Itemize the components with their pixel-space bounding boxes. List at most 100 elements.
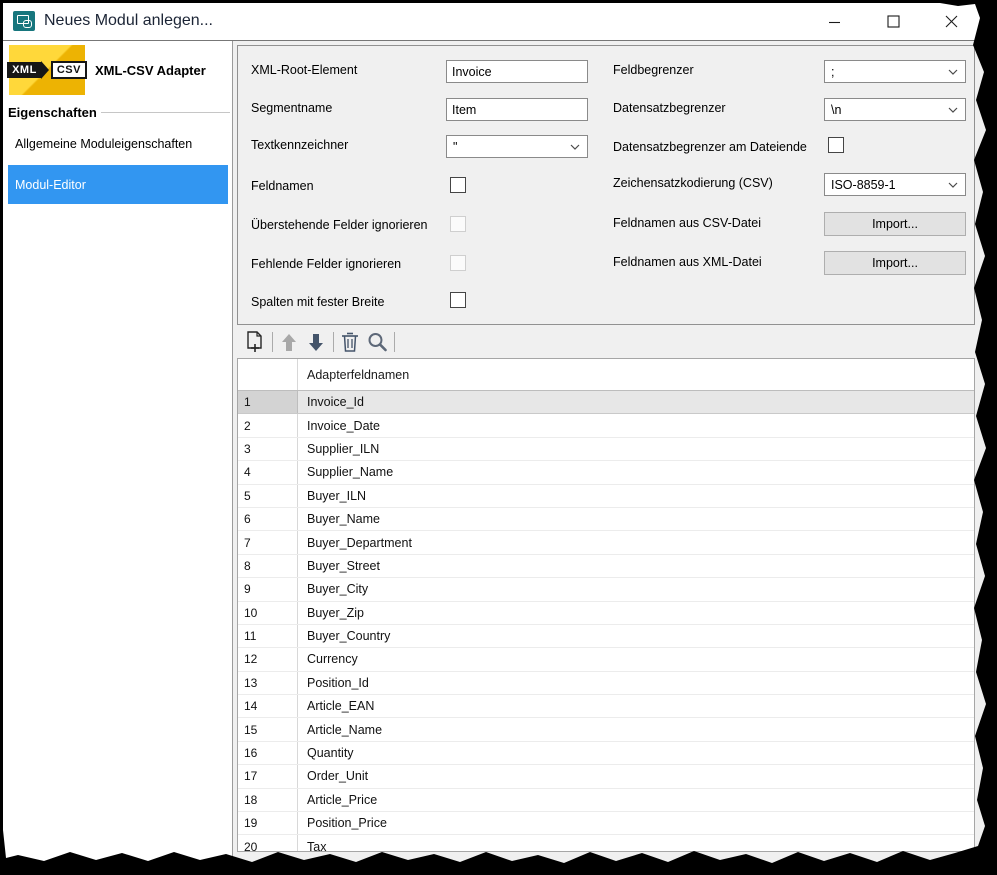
- toolbar-separator: [394, 332, 395, 352]
- minimize-button[interactable]: [813, 3, 857, 40]
- title-bar: Neues Modul anlegen...: [3, 3, 987, 40]
- table-row[interactable]: 16 Quantity: [238, 742, 974, 765]
- table-row[interactable]: 7 Buyer_Department: [238, 531, 974, 554]
- row-number: 18: [238, 789, 298, 811]
- row-fieldname: Position_Id: [298, 676, 974, 690]
- textkennzeichner-value: ": [453, 140, 457, 154]
- row-fieldname: Buyer_ILN: [298, 489, 974, 503]
- chevron-down-icon: [948, 69, 958, 75]
- row-fieldname: Quantity: [298, 746, 974, 760]
- label-datensatzbegrenzer: Datensatzbegrenzer: [613, 101, 726, 115]
- xml-csv-logo: XML CSV: [9, 45, 85, 95]
- add-field-icon[interactable]: [243, 330, 267, 354]
- label-zeichensatzkodierung: Zeichensatzkodierung (CSV): [613, 176, 773, 190]
- table-row[interactable]: 8 Buyer_Street: [238, 555, 974, 578]
- row-number: 1: [238, 391, 298, 413]
- table-row[interactable]: 19 Position_Price: [238, 812, 974, 835]
- zeichensatzkodierung-select[interactable]: ISO-8859-1: [824, 173, 966, 196]
- import-csv-label: Import...: [872, 217, 918, 231]
- table-row[interactable]: 17 Order_Unit: [238, 765, 974, 788]
- table-row[interactable]: 13 Position_Id: [238, 672, 974, 695]
- datensatzbegrenzer-value: \n: [831, 103, 841, 117]
- feldbegrenzer-select[interactable]: ;: [824, 60, 966, 83]
- label-feldnamen-xml-datei: Feldnamen aus XML-Datei: [613, 255, 762, 269]
- chevron-down-icon: [570, 144, 580, 150]
- row-fieldname: Buyer_Country: [298, 629, 974, 643]
- xml-root-element-input[interactable]: [446, 60, 588, 83]
- table-row[interactable]: 15 Article_Name: [238, 718, 974, 741]
- textkennzeichner-select[interactable]: ": [446, 135, 588, 158]
- row-number: 6: [238, 508, 298, 530]
- row-fieldname: Position_Price: [298, 816, 974, 830]
- logo-xml-badge: XML: [7, 62, 41, 78]
- search-icon[interactable]: [365, 330, 389, 354]
- table-row[interactable]: 2 Invoice_Date: [238, 414, 974, 437]
- row-number: 17: [238, 765, 298, 787]
- table-row[interactable]: 5 Buyer_ILN: [238, 485, 974, 508]
- row-fieldname: Invoice_Date: [298, 419, 974, 433]
- label-ueberstehende-felder: Überstehende Felder ignorieren: [251, 218, 428, 232]
- table-row[interactable]: 10 Buyer_Zip: [238, 602, 974, 625]
- table-row[interactable]: 20 Tax: [238, 835, 974, 852]
- chevron-down-icon: [948, 182, 958, 188]
- import-xml-label: Import...: [872, 256, 918, 270]
- row-number: 13: [238, 672, 298, 694]
- label-feldnamen: Feldnamen: [251, 179, 314, 193]
- arrow-right-icon: [41, 61, 49, 79]
- fehlende-felder-checkbox: [450, 255, 466, 271]
- dialog-neues-modul-anlegen: Neues Modul anlegen... XML CSV XML-CSV A…: [0, 0, 997, 875]
- import-csv-button[interactable]: Import...: [824, 212, 966, 236]
- row-fieldname: Buyer_Zip: [298, 606, 974, 620]
- row-fieldname: Article_EAN: [298, 699, 974, 713]
- table-row[interactable]: 3 Supplier_ILN: [238, 438, 974, 461]
- app-icon: [13, 11, 35, 31]
- table-row[interactable]: 9 Buyer_City: [238, 578, 974, 601]
- datensatzbegrenzer-select[interactable]: \n: [824, 98, 966, 121]
- window-title: Neues Modul anlegen...: [44, 12, 213, 30]
- table-row[interactable]: 1 Invoice_Id: [238, 391, 974, 414]
- table-row[interactable]: 12 Currency: [238, 648, 974, 671]
- move-down-icon[interactable]: [304, 330, 328, 354]
- table-row[interactable]: 6 Buyer_Name: [238, 508, 974, 531]
- sidebar-item-modul-editor[interactable]: Modul-Editor: [8, 165, 228, 204]
- logo-csv-badge: CSV: [51, 61, 87, 79]
- table-row[interactable]: 18 Article_Price: [238, 789, 974, 812]
- label-feldnamen-csv-datei: Feldnamen aus CSV-Datei: [613, 216, 761, 230]
- feldnamen-checkbox[interactable]: [450, 177, 466, 193]
- product-title: XML-CSV Adapter: [95, 63, 206, 78]
- maximize-button[interactable]: [871, 3, 915, 40]
- label-segmentname: Segmentname: [251, 101, 332, 115]
- spalten-feste-breite-checkbox[interactable]: [450, 292, 466, 308]
- label-xml-root-element: XML-Root-Element: [251, 63, 357, 77]
- feldbegrenzer-value: ;: [831, 65, 834, 79]
- row-fieldname: Supplier_Name: [298, 465, 974, 479]
- row-fieldname: Order_Unit: [298, 769, 974, 783]
- delete-icon[interactable]: [338, 330, 362, 354]
- row-number: 5: [238, 485, 298, 507]
- module-settings-groupbox: XML-Root-Element Segmentname Textkennzei…: [237, 45, 975, 325]
- section-eigenschaften: Eigenschaften: [8, 105, 230, 120]
- fields-toolbar: [243, 329, 399, 355]
- row-number: 4: [238, 461, 298, 483]
- row-fieldname: Buyer_Name: [298, 512, 974, 526]
- import-xml-button[interactable]: Import...: [824, 251, 966, 275]
- table-body: 1 Invoice_Id 2 Invoice_Date 3 Supplier_I…: [238, 391, 974, 852]
- toolbar-separator: [333, 332, 334, 352]
- row-fieldname: Tax: [298, 840, 974, 852]
- segmentname-input[interactable]: [446, 98, 588, 121]
- table-row[interactable]: 4 Supplier_Name: [238, 461, 974, 484]
- row-number: 12: [238, 648, 298, 670]
- close-button[interactable]: [929, 3, 973, 40]
- adapterfeldnamen-header: Adapterfeldnamen: [298, 368, 974, 382]
- row-number: 8: [238, 555, 298, 577]
- move-up-icon: [277, 330, 301, 354]
- datensatzbegrenzer-dateiende-checkbox[interactable]: [828, 137, 844, 153]
- row-fieldname: Currency: [298, 652, 974, 666]
- row-number: 11: [238, 625, 298, 647]
- label-fehlende-felder: Fehlende Felder ignorieren: [251, 257, 401, 271]
- table-row[interactable]: 14 Article_EAN: [238, 695, 974, 718]
- sidebar-item-allgemeine-moduleigenschaften[interactable]: Allgemeine Moduleigenschaften: [8, 129, 228, 159]
- table-row[interactable]: 11 Buyer_Country: [238, 625, 974, 648]
- label-feldbegrenzer: Feldbegrenzer: [613, 63, 694, 77]
- row-number: 3: [238, 438, 298, 460]
